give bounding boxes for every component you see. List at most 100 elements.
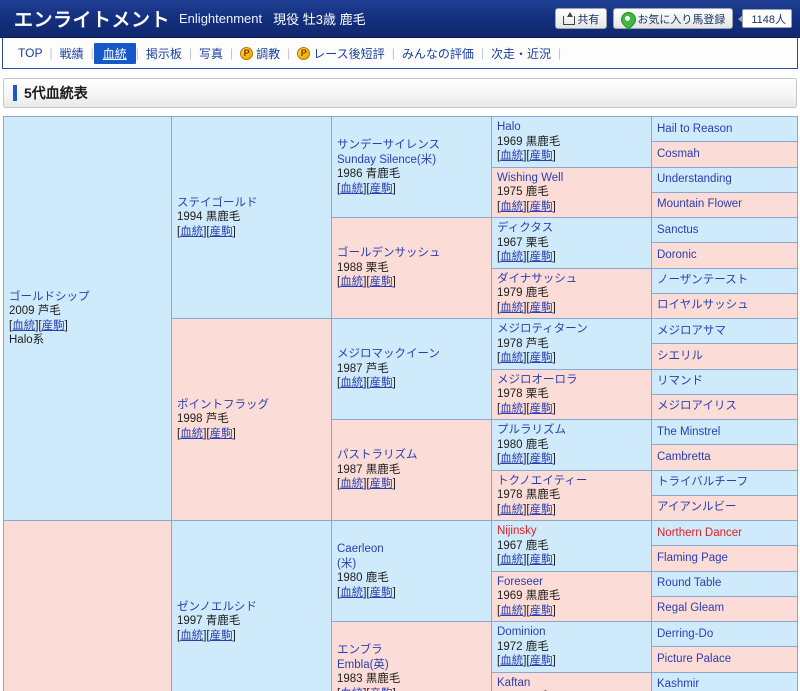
pedigree-cell-gen4[interactable]: メジロティターン 1978 芦毛 [血統][産駒]	[491, 318, 652, 370]
pedigree-cell-gen4[interactable]: Dominion 1972 鹿毛 [血統][産駒]	[491, 621, 652, 673]
offspring-link[interactable]: 産駒	[370, 587, 393, 599]
tab-6[interactable]: P レース後短評	[290, 43, 391, 64]
share-button[interactable]: 共有	[555, 8, 608, 29]
horse-name[interactable]: エンブラ	[337, 643, 486, 658]
pedigree-cell-gen3[interactable]: メジロマックイーン 1987 芦毛 [血統][産駒]	[331, 318, 492, 420]
horse-name[interactable]: Nijinsky	[497, 524, 646, 539]
tab-2[interactable]: 血統	[93, 42, 136, 64]
horse-name[interactable]: Northern Dancer	[657, 526, 792, 541]
pedigree-cell-gen5[interactable]: Kashmir	[651, 671, 798, 691]
offspring-link[interactable]: 産駒	[530, 201, 553, 213]
pedigree-cell-gen5[interactable]: Round Table	[651, 570, 798, 597]
pedigree-cell-gen5[interactable]: Doronic	[651, 242, 798, 269]
horse-name[interactable]: プルラリズム	[497, 423, 646, 438]
pedigree-cell-gen3[interactable]: エンブラEmbla(英) 1983 黒鹿毛 [血統][産駒]	[331, 621, 492, 691]
horse-name[interactable]: ポイントフラッグ	[177, 398, 326, 413]
pedigree-cell-gen5[interactable]: Picture Palace	[651, 646, 798, 673]
horse-name[interactable]: Foreseer	[497, 575, 646, 590]
pedigree-link[interactable]: 血統	[500, 504, 523, 516]
pedigree-cell-gen5[interactable]: トライバルチーフ	[651, 469, 798, 496]
horse-name[interactable]: リマンド	[657, 374, 792, 389]
pedigree-link[interactable]: 血統	[340, 688, 363, 691]
offspring-link[interactable]: 産駒	[530, 554, 553, 566]
horse-name[interactable]: Cosmah	[657, 147, 792, 162]
pedigree-cell-gen5[interactable]: Understanding	[651, 166, 798, 193]
horse-name[interactable]: Dominion	[497, 625, 646, 640]
pedigree-link[interactable]: 血統	[500, 403, 523, 415]
pedigree-cell-gen3[interactable]: Caerleon (米) 1980 鹿毛 [血統][産駒]	[331, 520, 492, 622]
horse-name[interactable]: Kashmir	[657, 677, 792, 691]
offspring-link[interactable]: 産駒	[42, 320, 65, 332]
horse-name[interactable]: Derring-Do	[657, 627, 792, 642]
offspring-link[interactable]: 産駒	[370, 688, 393, 691]
pedigree-cell-gen5[interactable]: メジロアサマ	[651, 317, 798, 345]
offspring-link[interactable]: 産駒	[210, 428, 233, 440]
offspring-link[interactable]: 産駒	[370, 183, 393, 195]
offspring-link[interactable]: 産駒	[530, 251, 553, 263]
pedigree-cell-gen5[interactable]: メジロアイリス	[651, 393, 798, 421]
pedigree-link[interactable]: 血統	[340, 587, 363, 599]
pedigree-cell-gen5[interactable]: シエリル	[651, 343, 798, 370]
horse-name[interactable]: The Minstrel	[657, 425, 792, 440]
offspring-link[interactable]: 産駒	[210, 226, 233, 238]
horse-name[interactable]: メジロティターン	[497, 322, 646, 337]
pedigree-cell-gen4[interactable]: Wishing Well 1975 鹿毛 [血統][産駒]	[491, 166, 652, 218]
offspring-link[interactable]: 産駒	[530, 605, 553, 617]
horse-name[interactable]: トライバルチーフ	[657, 475, 792, 490]
pedigree-link[interactable]: 血統	[180, 226, 203, 238]
horse-name[interactable]: Hail to Reason	[657, 122, 792, 137]
offspring-link[interactable]: 産駒	[210, 630, 233, 642]
pedigree-link[interactable]: 血統	[180, 630, 203, 642]
pedigree-cell-gen5[interactable]: Cambretta	[651, 444, 798, 471]
offspring-link[interactable]: 産駒	[530, 150, 553, 162]
offspring-link[interactable]: 産駒	[530, 302, 553, 314]
pedigree-cell-gen5[interactable]: Cosmah	[651, 141, 798, 168]
offspring-link[interactable]: 産駒	[530, 655, 553, 667]
tab-7[interactable]: みんなの評価	[395, 43, 481, 64]
horse-name[interactable]: ゼンノエルシド	[177, 600, 326, 615]
pedigree-cell-gen2[interactable]: ステイゴールド 1994 黒鹿毛 [血統][産駒]	[171, 116, 332, 319]
horse-name[interactable]: ゴールドシップ	[9, 290, 166, 305]
horse-name[interactable]: ステイゴールド	[177, 196, 326, 211]
horse-name[interactable]: トクノエイティー	[497, 474, 646, 489]
horse-name[interactable]: Halo	[497, 120, 646, 135]
pedigree-cell-gen3[interactable]: ゴールデンサッシュ 1988 栗毛 [血統][産駒]	[331, 217, 492, 319]
pedigree-cell-gen5[interactable]: The Minstrel	[651, 418, 798, 446]
pedigree-link[interactable]: 血統	[500, 302, 523, 314]
pedigree-cell-gen5[interactable]: リマンド	[651, 368, 798, 395]
pedigree-cell-gen1[interactable]: リーベストラウム2005 黒鹿毛[血統][産駒]FNo.[22]	[3, 520, 172, 691]
favorite-horse-button[interactable]: お気に入り馬登録	[613, 8, 734, 29]
tab-0[interactable]: TOP	[11, 44, 49, 62]
horse-name[interactable]: ロイヤルサッシュ	[657, 298, 792, 313]
horse-name[interactable]: シエリル	[657, 349, 792, 364]
horse-name[interactable]: Mountain Flower	[657, 197, 792, 212]
pedigree-link[interactable]: 血統	[340, 377, 363, 389]
tab-1[interactable]: 戦績	[53, 43, 91, 64]
offspring-link[interactable]: 産駒	[370, 377, 393, 389]
offspring-link[interactable]: 産駒	[370, 276, 393, 288]
pedigree-cell-gen4[interactable]: Halo 1969 黒鹿毛 [血統][産駒]	[491, 116, 652, 168]
pedigree-cell-gen4[interactable]: ダイナサッシュ 1979 鹿毛 [血統][産駒]	[491, 267, 652, 319]
pedigree-cell-gen3[interactable]: サンデーサイレンス Sunday Silence(米) 1986 青鹿毛 [血統][産…	[331, 116, 492, 218]
pedigree-cell-gen5[interactable]: Hail to Reason	[651, 115, 798, 143]
pedigree-cell-gen4[interactable]: トクノエイティー 1978 黒鹿毛 [血統][産駒]	[491, 469, 652, 521]
horse-name[interactable]: メジロマックイーン	[337, 347, 486, 362]
offspring-link[interactable]: 産駒	[530, 453, 553, 465]
pedigree-cell-gen2[interactable]: ポイントフラッグ 1998 芦毛 [血統][産駒]	[171, 318, 332, 521]
offspring-link[interactable]: 産駒	[370, 478, 393, 490]
pedigree-link[interactable]: 血統	[12, 320, 35, 332]
offspring-link[interactable]: 産駒	[530, 403, 553, 415]
pedigree-cell-gen4[interactable]: Nijinsky 1967 鹿毛 [血統][産駒]	[491, 520, 652, 572]
pedigree-cell-gen5[interactable]: ノーザンテースト	[651, 267, 798, 294]
pedigree-link[interactable]: 血統	[500, 554, 523, 566]
pedigree-link[interactable]: 血統	[340, 183, 363, 195]
horse-name[interactable]: Caerleon	[337, 542, 486, 557]
pedigree-link[interactable]: 血統	[340, 478, 363, 490]
pedigree-cell-gen4[interactable]: ディクタス 1967 栗毛 [血統][産駒]	[491, 217, 652, 269]
horse-name[interactable]: ダイナサッシュ	[497, 272, 646, 287]
offspring-link[interactable]: 産駒	[530, 352, 553, 364]
pedigree-link[interactable]: 血統	[500, 150, 523, 162]
tab-5[interactable]: P 調教	[233, 43, 287, 64]
pedigree-cell-gen5[interactable]: Northern Dancer	[651, 519, 798, 547]
horse-name[interactable]: Flaming Page	[657, 551, 792, 566]
